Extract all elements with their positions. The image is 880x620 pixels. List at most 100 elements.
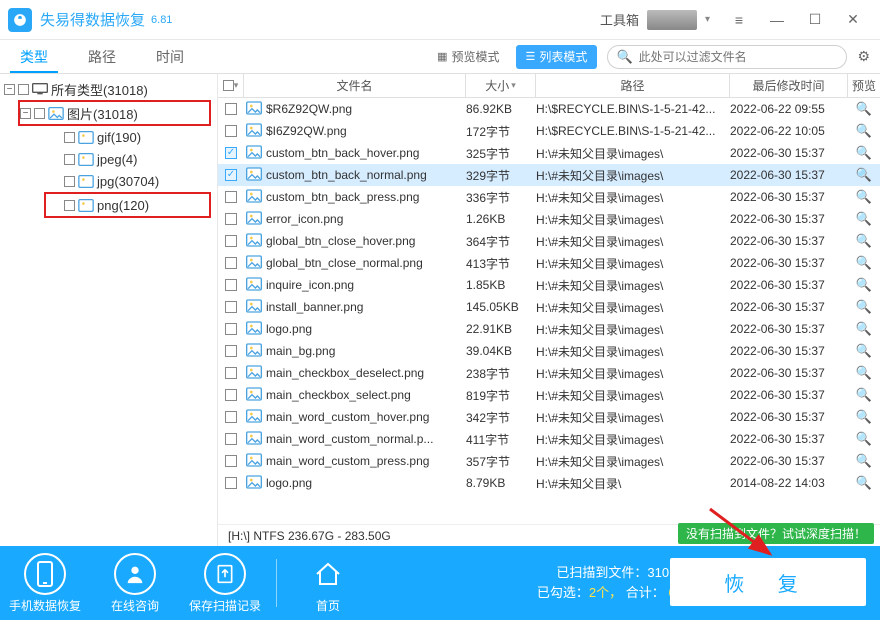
preview-icon[interactable]: 🔍 [848,475,880,491]
tree-jpeg[interactable]: jpeg(4) [0,148,217,170]
tab-path[interactable]: 路径 [68,40,136,73]
row-checkbox[interactable] [225,191,237,203]
menu-icon[interactable]: ≡ [720,6,758,34]
tree-gif[interactable]: gif(190) [0,126,217,148]
row-checkbox[interactable] [225,411,237,423]
table-row[interactable]: install_banner.png145.05KBH:\#未知父目录\imag… [218,296,880,318]
table-row[interactable]: main_checkbox_deselect.png238字节H:\#未知父目录… [218,362,880,384]
phone-recovery-button[interactable]: 手机数据恢复 [0,553,90,614]
tab-time[interactable]: 时间 [136,40,204,73]
preview-icon[interactable]: 🔍 [848,167,880,183]
row-checkbox[interactable] [225,389,237,401]
preview-icon[interactable]: 🔍 [848,453,880,469]
table-row[interactable]: ✓custom_btn_back_hover.png325字节H:\#未知父目录… [218,142,880,164]
row-checkbox[interactable] [225,125,237,137]
preview-icon[interactable]: 🔍 [848,123,880,139]
row-checkbox[interactable] [225,301,237,313]
table-row[interactable]: $R6Z92QW.png86.92KBH:\$RECYCLE.BIN\S-1-5… [218,98,880,120]
table-row[interactable]: error_icon.png1.26KBH:\#未知父目录\images\202… [218,208,880,230]
table-row[interactable]: $I6Z92QW.png172字节H:\$RECYCLE.BIN\S-1-5-2… [218,120,880,142]
table-row[interactable]: logo.png22.91KBH:\#未知父目录\images\2022-06-… [218,318,880,340]
file-size: 22.91KB [466,322,536,336]
row-checkbox[interactable]: ✓ [225,147,237,159]
row-checkbox[interactable]: ✓ [225,169,237,181]
table-row[interactable]: main_bg.png39.04KBH:\#未知父目录\images\2022-… [218,340,880,362]
table-row[interactable]: inquire_icon.png1.85KBH:\#未知父目录\images\2… [218,274,880,296]
tree-root[interactable]: − 所有类型(31018) [0,78,217,100]
preview-icon[interactable]: 🔍 [848,101,880,117]
table-row[interactable]: ✓custom_btn_back_normal.png329字节H:\#未知父目… [218,164,880,186]
deep-scan-button[interactable]: 没有扫描到文件？试试深度扫描！ [678,523,874,544]
recover-button[interactable]: 恢 复 [670,558,866,606]
close-button[interactable]: ✕ [834,6,872,34]
preview-icon[interactable]: 🔍 [848,343,880,359]
consult-button[interactable]: 在线咨询 [90,553,180,614]
maximize-button[interactable]: ☐ [796,6,834,34]
file-icon [246,255,262,271]
row-checkbox[interactable] [225,323,237,335]
grid-icon: ▦ [437,50,447,63]
row-checkbox[interactable] [225,455,237,467]
table-row[interactable]: main_word_custom_hover.png342字节H:\#未知父目录… [218,406,880,428]
preview-icon[interactable]: 🔍 [848,255,880,271]
preview-mode-button[interactable]: ▦预览模式 [427,45,509,69]
row-checkbox[interactable] [225,477,237,489]
row-checkbox[interactable] [225,367,237,379]
file-size: 411字节 [466,431,536,448]
tab-type[interactable]: 类型 [0,40,68,73]
table-row[interactable]: global_btn_close_normal.png413字节H:\#未知父目… [218,252,880,274]
minimize-button[interactable]: — [758,6,796,34]
file-icon [246,233,262,249]
col-checkbox[interactable]: ▾ [218,74,244,97]
col-path[interactable]: 路径 [536,74,730,97]
row-checkbox[interactable] [225,213,237,225]
preview-icon[interactable]: 🔍 [848,299,880,315]
col-size[interactable]: 大小▾ [466,74,536,97]
file-date: 2022-06-30 15:37 [730,432,848,446]
preview-icon[interactable]: 🔍 [848,431,880,447]
row-checkbox[interactable] [225,257,237,269]
preview-icon[interactable]: 🔍 [848,409,880,425]
home-button[interactable]: 首页 [283,553,373,614]
file-name: main_word_custom_press.png [266,454,429,468]
row-checkbox[interactable] [225,279,237,291]
file-name: main_word_custom_normal.p... [266,432,433,446]
left-tabs: 类型 路径 时间 [0,40,204,73]
filter-icon[interactable]: ⚙ [857,48,870,65]
list-mode-button[interactable]: ☰列表模式 [516,45,598,69]
preview-icon[interactable]: 🔍 [848,233,880,249]
row-checkbox[interactable] [225,103,237,115]
search-input[interactable] [639,50,839,64]
col-date[interactable]: 最后修改时间 [730,74,848,97]
preview-icon[interactable]: 🔍 [848,189,880,205]
row-checkbox[interactable] [225,235,237,247]
file-size: 86.92KB [466,102,536,116]
search-box[interactable]: 🔍 [607,45,847,69]
user-dropdown-icon[interactable]: ▾ [705,14,710,25]
table-row[interactable]: global_btn_close_hover.png364字节H:\#未知父目录… [218,230,880,252]
row-checkbox[interactable] [225,345,237,357]
table-row[interactable]: main_word_custom_press.png357字节H:\#未知父目录… [218,450,880,472]
row-checkbox[interactable] [225,433,237,445]
table-row[interactable]: custom_btn_back_press.png336字节H:\#未知父目录\… [218,186,880,208]
table-row[interactable]: main_word_custom_normal.p...411字节H:\#未知父… [218,428,880,450]
tree-pictures[interactable]: − 图片(31018) [20,102,209,124]
user-avatar[interactable] [647,10,697,30]
tree-jpg[interactable]: jpg(30704) [0,170,217,192]
preview-icon[interactable]: 🔍 [848,211,880,227]
tree-png[interactable]: png(120) [46,194,209,216]
preview-icon[interactable]: 🔍 [848,277,880,293]
table-row[interactable]: main_checkbox_select.png819字节H:\#未知父目录\i… [218,384,880,406]
file-icon [246,387,262,403]
col-name[interactable]: 文件名 [244,74,466,97]
save-scan-button[interactable]: 保存扫描记录 [180,553,270,614]
toolkit-button[interactable]: 工具箱 [600,10,639,29]
file-name: install_banner.png [266,300,363,314]
table-row[interactable]: logo.png8.79KBH:\#未知父目录\2014-08-22 14:03… [218,472,880,494]
preview-icon[interactable]: 🔍 [848,145,880,161]
preview-icon[interactable]: 🔍 [848,387,880,403]
col-preview[interactable]: 预览 [848,74,880,97]
preview-icon[interactable]: 🔍 [848,321,880,337]
preview-icon[interactable]: 🔍 [848,365,880,381]
export-icon [204,553,246,595]
